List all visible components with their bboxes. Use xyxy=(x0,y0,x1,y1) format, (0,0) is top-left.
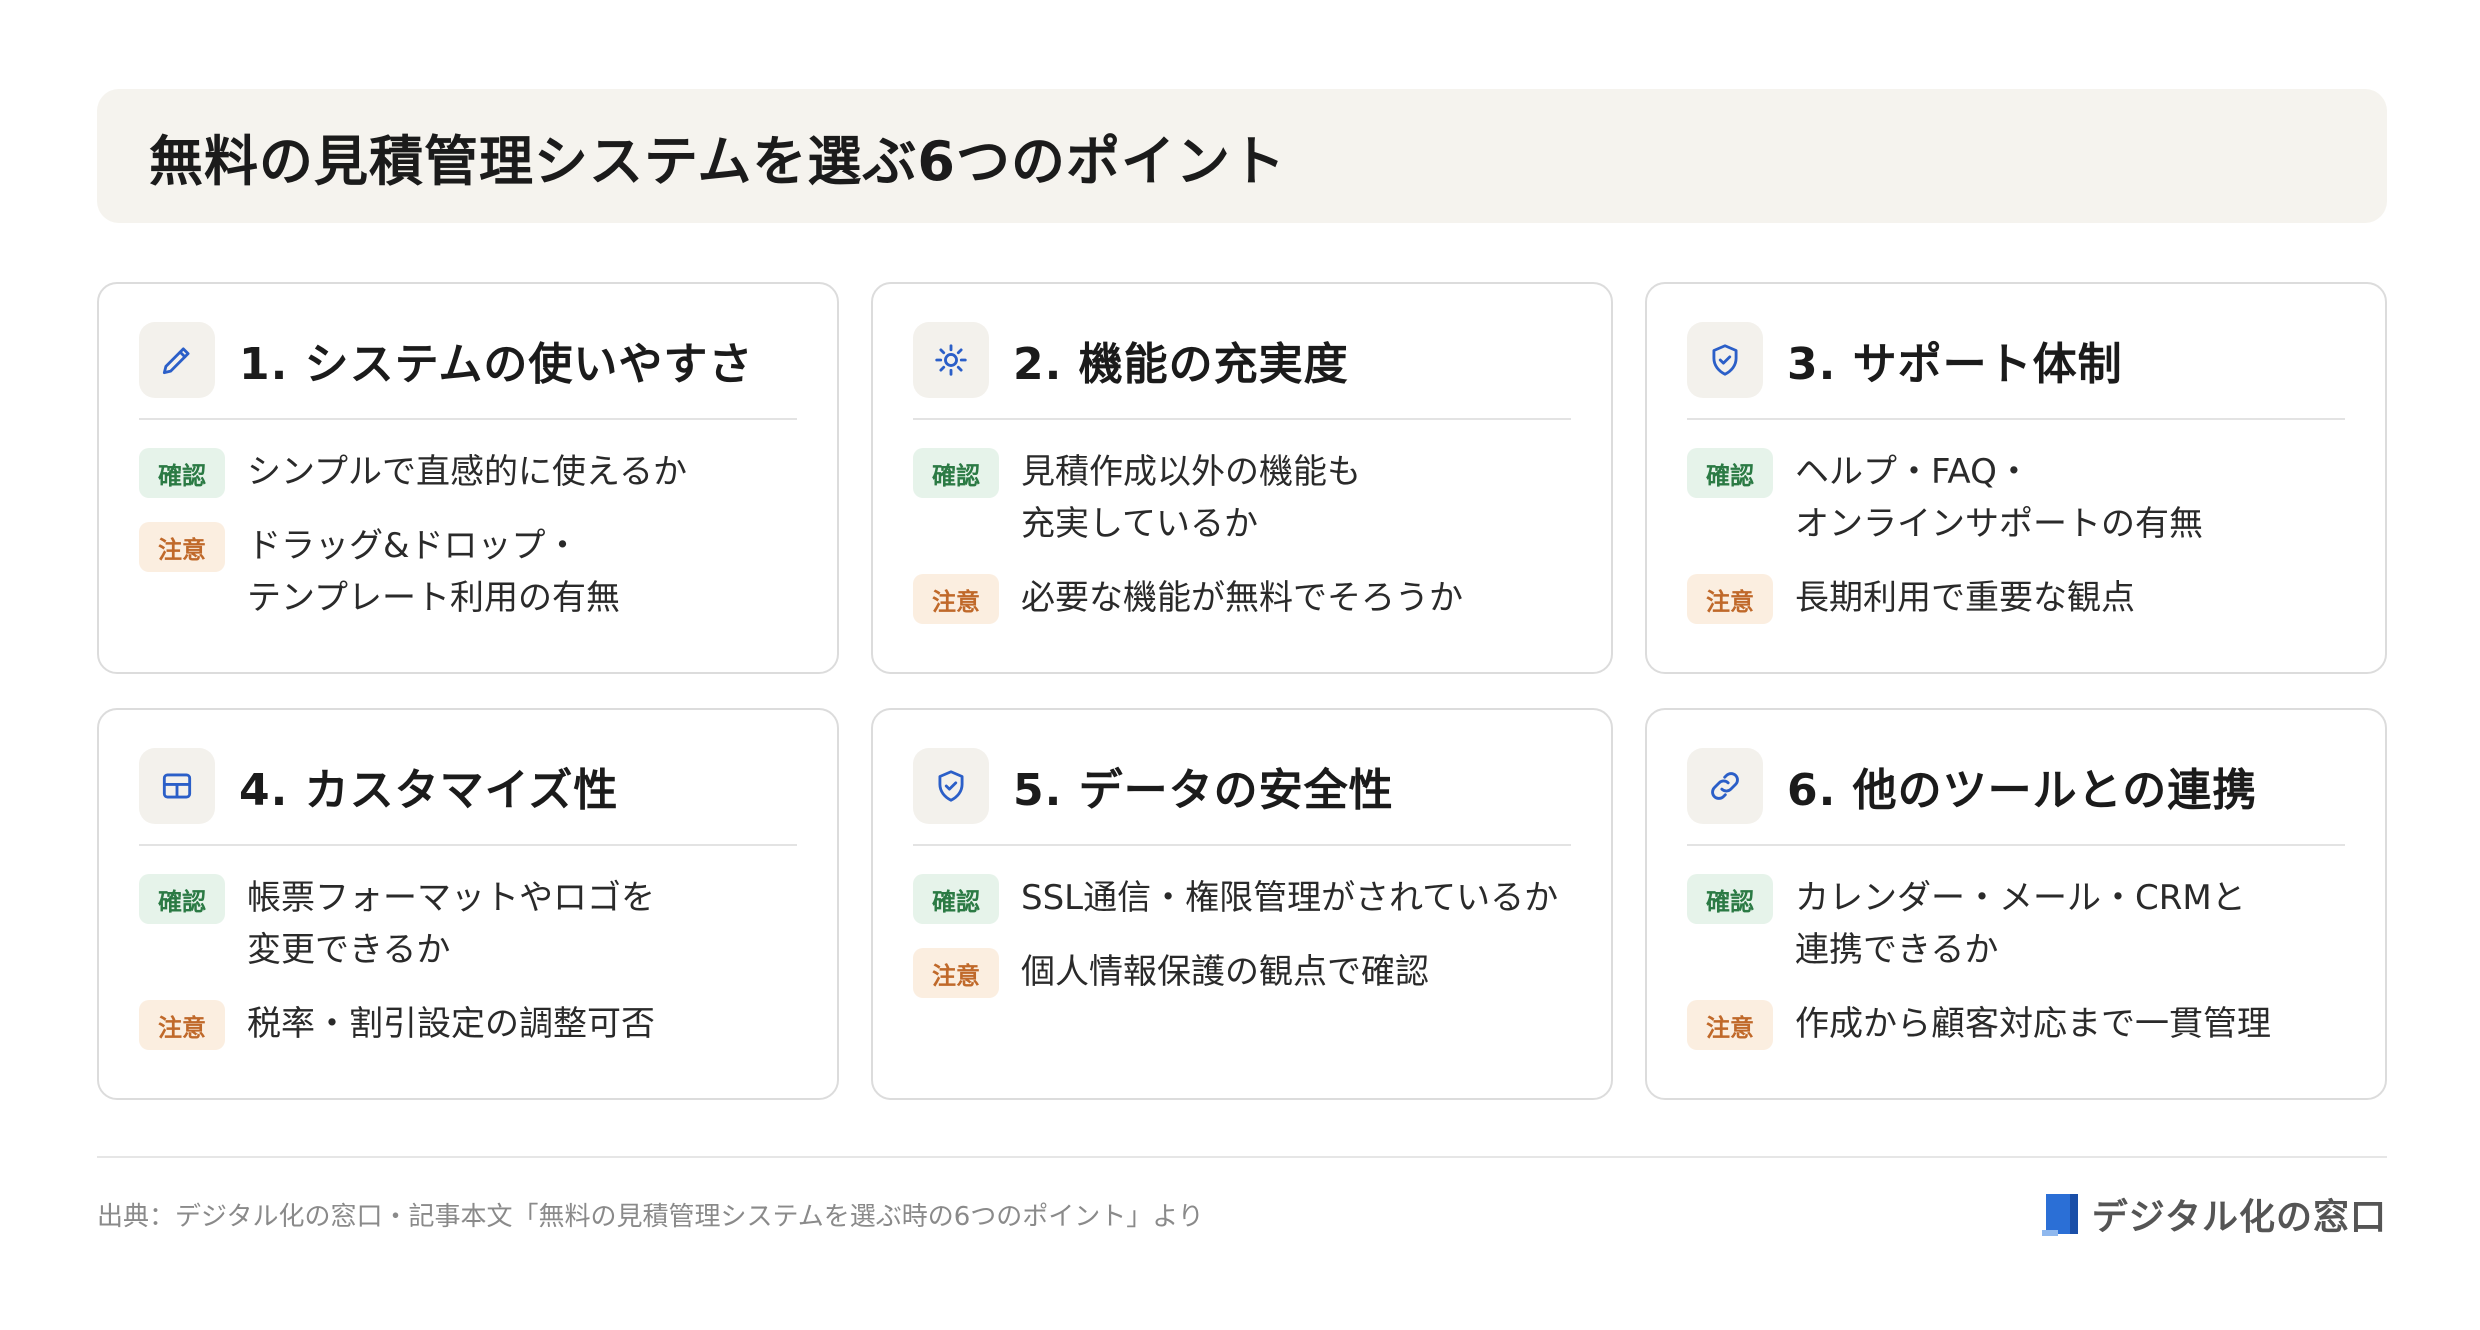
note-text: 税率・割引設定の調整可否 xyxy=(247,1004,655,1044)
check-badge: 確認 xyxy=(913,448,999,498)
shield-check-icon xyxy=(1687,322,1763,398)
note-badge: 注意 xyxy=(139,522,225,572)
source-citation: 出典：デジタル化の窓口・記事本文「無料の見積管理システムを選ぶ時の6つのポイント… xyxy=(97,1202,1204,1232)
note-text: ドラッグ&ドロップ・ テンプレート利用の有無 xyxy=(247,526,620,618)
check-text: SSL通信・権限管理がされているか xyxy=(1021,878,1559,918)
point-card-3: 3. サポート体制 確認 ヘルプ・FAQ・ オンラインサポートの有無 注意 長期… xyxy=(1645,282,2387,674)
point-card-2: 2. 機能の充実度 確認 見積作成以外の機能も 充実しているか 注意 必要な機能… xyxy=(871,282,1613,674)
brand-name: デジタル化の窓口 xyxy=(2091,1197,2387,1238)
point-card-6: 6. 他のツールとの連携 確認 カレンダー・メール・CRMと 連携できるか 注意… xyxy=(1645,708,2387,1100)
gear-icon xyxy=(913,322,989,398)
note-badge: 注意 xyxy=(1687,574,1773,624)
check-text: シンプルで直感的に使えるか xyxy=(247,452,687,492)
card-title: 5. データの安全性 xyxy=(1013,765,1394,816)
point-card-5: 5. データの安全性 確認 SSL通信・権限管理がされているか 注意 個人情報保… xyxy=(871,708,1613,1100)
card-title: 2. 機能の充実度 xyxy=(1013,339,1349,390)
note-text: 作成から顧客対応まで一貫管理 xyxy=(1795,1004,2271,1044)
check-text: 帳票フォーマットやロゴを 変更できるか xyxy=(247,878,655,970)
points-grid: 1. システムの使いやすさ 確認 シンプルで直感的に使えるか 注意 ドラッグ&ド… xyxy=(97,282,2387,1100)
note-badge: 注意 xyxy=(139,1000,225,1050)
divider xyxy=(139,418,797,420)
divider xyxy=(139,844,797,846)
divider xyxy=(1687,418,2345,420)
title-banner: 無料の見積管理システムを選ぶ6つのポイント xyxy=(97,89,2387,223)
note-badge: 注意 xyxy=(913,948,999,998)
card-title: 6. 他のツールとの連携 xyxy=(1787,765,2258,816)
check-badge: 確認 xyxy=(1687,448,1773,498)
layout-icon xyxy=(139,748,215,824)
divider xyxy=(913,844,1571,846)
check-text: カレンダー・メール・CRMと 連携できるか xyxy=(1795,878,2246,970)
footer-divider xyxy=(97,1156,2387,1158)
link-icon xyxy=(1687,748,1763,824)
note-text: 個人情報保護の観点で確認 xyxy=(1021,952,1429,992)
divider xyxy=(913,418,1571,420)
check-badge: 確認 xyxy=(913,874,999,924)
pencil-icon xyxy=(139,322,215,398)
card-title: 4. カスタマイズ性 xyxy=(239,765,619,816)
shield-check-icon xyxy=(913,748,989,824)
card-title: 3. サポート体制 xyxy=(1787,339,2123,390)
check-text: ヘルプ・FAQ・ オンラインサポートの有無 xyxy=(1795,452,2203,544)
window-logo-icon xyxy=(2041,1194,2078,1236)
note-text: 必要な機能が無料でそろうか xyxy=(1021,578,1463,618)
check-badge: 確認 xyxy=(1687,874,1773,924)
card-title: 1. システムの使いやすさ xyxy=(239,339,754,390)
infographic-page: 無料の見積管理システムを選ぶ6つのポイント 1. システムの使いやすさ 確認 シ… xyxy=(0,0,2480,1330)
divider xyxy=(1687,844,2345,846)
page-title: 無料の見積管理システムを選ぶ6つのポイント xyxy=(149,129,1286,193)
check-badge: 確認 xyxy=(139,874,225,924)
brand-logo: デジタル化の窓口 xyxy=(2041,1188,2387,1240)
point-card-4: 4. カスタマイズ性 確認 帳票フォーマットやロゴを 変更できるか 注意 税率・… xyxy=(97,708,839,1100)
point-card-1: 1. システムの使いやすさ 確認 シンプルで直感的に使えるか 注意 ドラッグ&ド… xyxy=(97,282,839,674)
check-text: 見積作成以外の機能も 充実しているか xyxy=(1021,452,1361,544)
note-text: 長期利用で重要な観点 xyxy=(1795,578,2135,618)
note-badge: 注意 xyxy=(913,574,999,624)
note-badge: 注意 xyxy=(1687,1000,1773,1050)
check-badge: 確認 xyxy=(139,448,225,498)
